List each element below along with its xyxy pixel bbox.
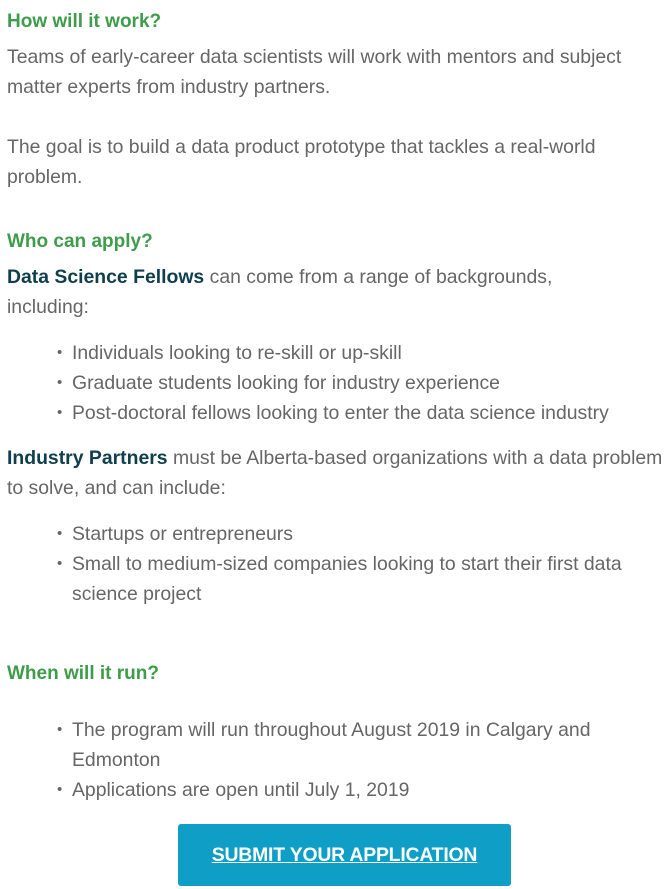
fellows-term: Data Science Fellows — [7, 266, 205, 288]
list-item: Graduate students looking for industry e… — [57, 368, 671, 398]
partners-term: Industry Partners — [7, 447, 168, 469]
submit-application-button[interactable]: SUBMIT YOUR APPLICATION — [178, 824, 511, 886]
fellows-list: Individuals looking to re-skill or up-sk… — [7, 338, 671, 428]
email-content: How will it work? Teams of early-career … — [7, 8, 671, 805]
fellows-paragraph: Data Science Fellows can come from a ran… — [7, 262, 627, 322]
heading-when-will-it-run: When will it run? — [7, 663, 159, 684]
list-item: Individuals looking to re-skill or up-sk… — [57, 338, 671, 368]
partners-list: Startups or entrepreneurs Small to mediu… — [7, 519, 671, 609]
how-paragraph-goal: The goal is to build a data product prot… — [7, 136, 596, 188]
list-item: Small to medium-sized companies looking … — [57, 549, 652, 609]
partners-paragraph: Industry Partners must be Alberta-based … — [7, 443, 667, 503]
list-item: The program will run throughout August 2… — [57, 715, 671, 775]
how-paragraph-teams: Teams of early-career data scientists wi… — [7, 46, 622, 98]
heading-who-can-apply: Who can apply? — [7, 231, 153, 252]
list-item: Startups or entrepreneurs — [57, 519, 671, 549]
when-list: The program will run throughout August 2… — [7, 715, 671, 805]
list-item: Post-doctoral fellows looking to enter t… — [57, 398, 671, 428]
list-item: Applications are open until July 1, 2019 — [57, 775, 671, 805]
cta-container: SUBMIT YOUR APPLICATION — [178, 824, 511, 886]
heading-how-will-it-work: How will it work? — [7, 11, 162, 32]
